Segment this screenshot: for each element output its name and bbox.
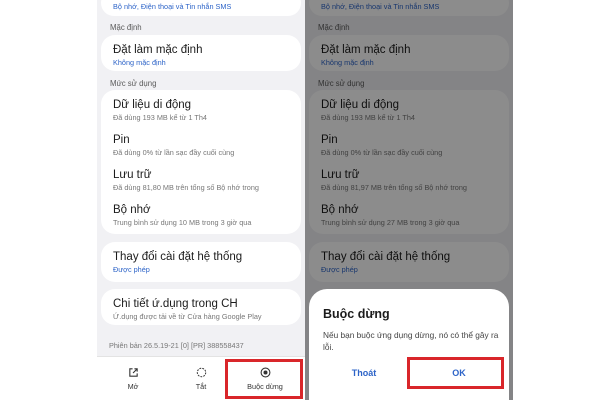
store-details-sub: Ứ.dụng được tải về từ Cửa hàng Google Pl… <box>113 312 262 321</box>
mobile-data-title: Dữ liệu di động <box>113 99 192 111</box>
dialog-message: Nếu bạn buộc ứng dụng dừng, nó có thể gâ… <box>323 330 499 352</box>
dialog-cancel-button[interactable]: Thoát <box>321 361 407 385</box>
storage-title: Lưu trữ <box>113 169 152 181</box>
usage-section-label: Mức sử dụng <box>110 79 157 88</box>
storage-sub: Đã dùng 81,80 MB trên tổng số Bộ nhớ tro… <box>113 183 259 192</box>
version-text: Phiên bản 26.5.19-21 [0] [PR] 388558437 <box>109 341 244 350</box>
storage-item[interactable]: Lưu trữ Đã dùng 81,80 MB trên tổng số Bộ… <box>113 168 293 192</box>
system-settings-title: Thay đổi cài đặt hệ thống <box>113 251 243 263</box>
battery-item[interactable]: Pin Đã dùng 0% từ lần sạc đầy cuối cùng <box>113 133 293 157</box>
system-settings-card[interactable]: Thay đổi cài đặt hệ thống Được phép <box>101 242 301 282</box>
usage-card: Dữ liệu di động Đã dùng 193 MB kể từ 1 T… <box>101 90 301 234</box>
set-default-item[interactable]: Đặt làm mặc định Không mặc định <box>113 43 293 67</box>
ok-highlight <box>407 357 504 389</box>
disable-circle-icon <box>196 367 206 378</box>
default-section-label: Mặc định <box>110 23 142 32</box>
battery-sub: Đã dùng 0% từ lần sạc đầy cuối cùng <box>113 148 235 157</box>
mobile-data-sub: Đã dùng 193 MB kể từ 1 Th4 <box>113 113 207 122</box>
mobile-data-item[interactable]: Dữ liệu di động Đã dùng 193 MB kể từ 1 T… <box>113 98 293 122</box>
set-default-title: Đặt làm mặc định <box>113 44 203 56</box>
force-stop-highlight <box>225 359 303 399</box>
set-default-sub: Không mặc định <box>113 58 166 67</box>
memory-sub: Trung bình sử dụng 10 MB trong 3 giờ qua <box>113 218 252 227</box>
permissions-summary: Bộ nhớ, Điện thoại và Tin nhắn SMS <box>113 2 232 11</box>
store-details-card[interactable]: Chi tiết ứ.dụng trong CH Ứ.dụng được tải… <box>101 289 301 325</box>
open-external-icon <box>128 368 138 377</box>
system-settings-item[interactable]: Thay đổi cài đặt hệ thống Được phép <box>113 250 293 274</box>
open-button[interactable]: Mở <box>105 357 161 400</box>
open-label: Mở <box>127 382 139 391</box>
dialog-title: Buộc dừng <box>323 307 390 321</box>
disable-button[interactable]: Tắt <box>173 357 229 400</box>
set-default-card[interactable]: Đặt làm mặc định Không mặc định <box>101 35 301 71</box>
memory-title: Bộ nhớ <box>113 204 151 216</box>
system-settings-sub: Được phép <box>113 265 150 274</box>
memory-item[interactable]: Bộ nhớ Trung bình sử dụng 10 MB trong 3 … <box>113 203 293 227</box>
battery-title: Pin <box>113 134 130 146</box>
permissions-card[interactable]: Bộ nhớ, Điện thoại và Tin nhắn SMS <box>101 0 301 16</box>
app-info-screen-right: Bộ nhớ, Điện thoại và Tin nhắn SMS Mặc đ… <box>305 0 513 400</box>
store-details-item[interactable]: Chi tiết ứ.dụng trong CH Ứ.dụng được tải… <box>113 297 293 321</box>
store-details-title: Chi tiết ứ.dụng trong CH <box>113 298 238 310</box>
app-info-screen-left: Bộ nhớ, Điện thoại và Tin nhắn SMS Mặc đ… <box>97 0 305 400</box>
disable-label: Tắt <box>195 382 207 391</box>
